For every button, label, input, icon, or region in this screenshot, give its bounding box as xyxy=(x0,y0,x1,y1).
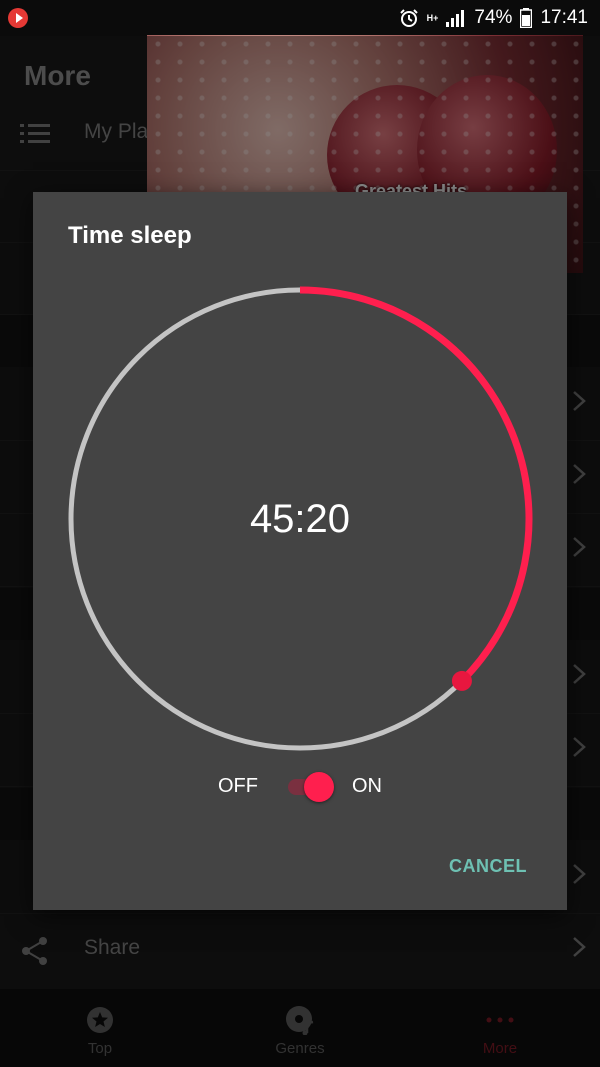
timer-handle[interactable] xyxy=(451,670,472,691)
clock: 17:41 xyxy=(540,7,588,28)
alarm-icon xyxy=(399,9,418,27)
cancel-button[interactable]: CANCEL xyxy=(449,856,527,877)
network-type: H+ xyxy=(426,12,439,23)
switch-on-label: ON xyxy=(352,775,382,797)
signal-icon xyxy=(446,10,465,27)
timer-progress-arc xyxy=(299,286,533,684)
timer-dial[interactable] xyxy=(33,192,567,910)
toggle-thumb xyxy=(304,772,334,802)
switch-off-label: OFF xyxy=(218,775,258,797)
battery-icon xyxy=(520,8,533,28)
sleep-timer-dialog: Time sleep 45:20 OFF ON CANCEL xyxy=(33,192,567,910)
battery-percent: 74% xyxy=(474,7,513,28)
screen: H+ 74% 17:41 More My Pla Share Greatest … xyxy=(0,0,600,1067)
status-bar: H+ 74% 17:41 xyxy=(0,0,600,36)
youtube-notification-icon xyxy=(8,8,28,28)
timer-value: 45:20 xyxy=(249,497,351,541)
sleep-timer-toggle[interactable] xyxy=(286,771,336,802)
